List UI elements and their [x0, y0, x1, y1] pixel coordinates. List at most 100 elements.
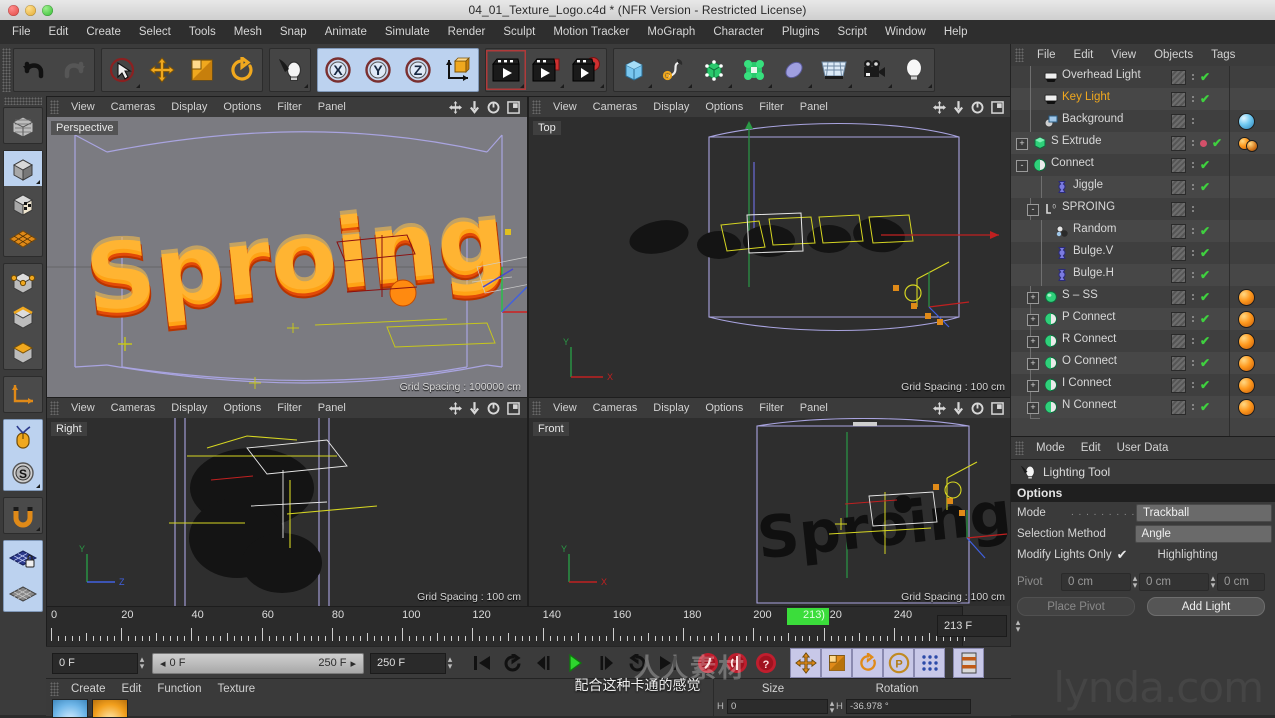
current-frame-stepper[interactable]: ▴ ▾ [138, 655, 146, 671]
object-row[interactable]: + R Connect ✔ [1011, 330, 1275, 353]
material-tag-icon[interactable] [1239, 289, 1254, 305]
object-row[interactable]: + S Extrude ✔ [1011, 132, 1275, 154]
attr-menu-edit[interactable]: Edit [1073, 442, 1109, 454]
expand-toggle[interactable]: + [1016, 138, 1028, 150]
object-menu-tags[interactable]: Tags [1202, 49, 1244, 61]
current-frame-field[interactable]: 0 F [52, 652, 138, 674]
viewport-menu-display[interactable]: Display [645, 402, 697, 414]
object-name[interactable]: O Connect [1062, 355, 1117, 367]
dolly-icon[interactable] [469, 100, 480, 114]
dolly-icon[interactable] [953, 401, 964, 415]
object-name[interactable]: Background [1062, 113, 1123, 125]
display-tag-icon[interactable] [1171, 135, 1186, 151]
viewport-menu-options[interactable]: Options [215, 101, 269, 113]
viewport-menu-view[interactable]: View [63, 402, 103, 414]
viewport-menu-view[interactable]: View [545, 101, 585, 113]
dolly-icon[interactable] [953, 100, 964, 114]
pan-icon[interactable] [449, 100, 462, 114]
object-manager-grip[interactable] [1015, 48, 1024, 62]
expand-toggle[interactable]: + [1027, 358, 1039, 370]
menu-edit[interactable]: Edit [40, 20, 78, 44]
object-row[interactable]: Overhead Light ✔ [1011, 66, 1275, 89]
rotate-view-icon[interactable] [487, 402, 500, 415]
expand-toggle[interactable]: + [1027, 314, 1039, 326]
maximize-icon[interactable] [991, 401, 1004, 415]
range-left-arrow-icon[interactable]: ◂ [160, 657, 166, 670]
menu-file[interactable]: File [0, 20, 40, 44]
step-back-button[interactable] [528, 649, 559, 677]
selection-method-select[interactable]: Angle [1134, 524, 1272, 543]
object-row[interactable]: Background [1011, 110, 1275, 133]
material-tag-icon[interactable] [1239, 113, 1254, 129]
material-tag-icon[interactable] [1239, 399, 1254, 415]
display-tag-icon[interactable] [1171, 157, 1186, 173]
object-name[interactable]: Overhead Light [1062, 69, 1141, 81]
world-object-axis-button[interactable] [438, 50, 478, 90]
material-tag-icon[interactable] [1247, 141, 1257, 151]
pivot-z-field[interactable]: 0 cm [1217, 572, 1265, 591]
menu-plugins[interactable]: Plugins [773, 20, 829, 44]
play-button[interactable] [559, 649, 590, 677]
object-row[interactable]: + S – SS ✔ [1011, 286, 1275, 309]
axis-z-button[interactable]: Z [398, 50, 438, 90]
object-row[interactable]: - 0 SPROING [1011, 198, 1275, 221]
render-settings-button[interactable] [566, 50, 606, 90]
undo-button[interactable] [14, 50, 54, 90]
expand-toggle[interactable]: + [1027, 402, 1039, 414]
generator-button[interactable] [694, 50, 734, 90]
object-tags[interactable]: ✔ [1171, 242, 1210, 264]
move-button[interactable] [142, 50, 182, 90]
object-row[interactable]: + I Connect ✔ [1011, 374, 1275, 397]
viewport-menu-view[interactable]: View [63, 101, 103, 113]
mode-select[interactable]: Trackball [1136, 503, 1272, 522]
object-menu-edit[interactable]: Edit [1065, 49, 1103, 61]
menu-sculpt[interactable]: Sculpt [494, 20, 544, 44]
key-rotation-button[interactable] [852, 648, 883, 678]
rotate-view-icon[interactable] [487, 101, 500, 114]
viewport-menu-panel[interactable]: Panel [310, 101, 354, 113]
object-manager-list[interactable]: Overhead Light ✔ Key Light ✔ Background + S Ex… [1011, 66, 1275, 436]
menu-script[interactable]: Script [829, 20, 876, 44]
viewport-grip[interactable] [50, 100, 59, 114]
workplane-grid-button[interactable] [4, 221, 42, 256]
object-name[interactable]: SPROING [1062, 201, 1115, 213]
display-tag-icon[interactable] [1171, 113, 1186, 129]
model-mode-button[interactable] [4, 151, 42, 186]
viewport-menu-panel[interactable]: Panel [792, 402, 836, 414]
menu-character[interactable]: Character [704, 20, 773, 44]
live-selection-button[interactable] [102, 50, 142, 90]
axis-x-button[interactable]: X [318, 50, 358, 90]
viewport-top-canvas[interactable]: Y X Top Grid Spacing : 100 cm [529, 117, 1011, 397]
object-row[interactable]: + P Connect ✔ [1011, 308, 1275, 331]
visibility-dots-icon[interactable] [1191, 294, 1195, 300]
attr-menu-user-data[interactable]: User Data [1109, 442, 1177, 454]
visibility-dots-icon[interactable] [1191, 118, 1195, 124]
visibility-dots-icon[interactable] [1191, 162, 1195, 168]
expand-toggle[interactable]: - [1027, 204, 1039, 216]
object-row[interactable]: Key Light ✔ [1011, 88, 1275, 111]
visibility-dots-icon[interactable] [1191, 228, 1195, 234]
enabled-check-icon[interactable]: ✔ [1200, 378, 1210, 392]
visibility-dots-icon[interactable] [1191, 74, 1195, 80]
material-tag-icon[interactable] [1239, 355, 1254, 371]
pivot-y-field[interactable]: 0 cm [1139, 572, 1209, 591]
edge-mode-button[interactable] [4, 299, 42, 334]
magnet-button[interactable] [4, 498, 42, 533]
object-name[interactable]: I Connect [1062, 377, 1111, 389]
material-swatch-sky[interactable] [52, 699, 88, 718]
enabled-check-icon[interactable]: ✔ [1200, 180, 1210, 194]
coord-rotation-field[interactable]: -36.978 ° [846, 699, 971, 714]
pivot-x-stepper[interactable]: ▴ ▾ [1131, 573, 1139, 589]
visibility-dots-icon[interactable] [1191, 338, 1195, 344]
viewport-right[interactable]: View Cameras Display Options Filter Pane… [46, 397, 528, 608]
display-tag-icon[interactable] [1171, 289, 1186, 305]
toolbar-grip[interactable] [2, 48, 11, 92]
menu-simulate[interactable]: Simulate [376, 20, 439, 44]
enabled-check-icon[interactable]: ✔ [1200, 92, 1210, 106]
menu-tools[interactable]: Tools [180, 20, 225, 44]
planar-workplane-button[interactable] [4, 576, 42, 611]
object-tags[interactable]: ✔ [1171, 330, 1210, 352]
redo-button[interactable] [54, 50, 94, 90]
object-name[interactable]: R Connect [1062, 333, 1116, 345]
menu-snap[interactable]: Snap [271, 20, 316, 44]
